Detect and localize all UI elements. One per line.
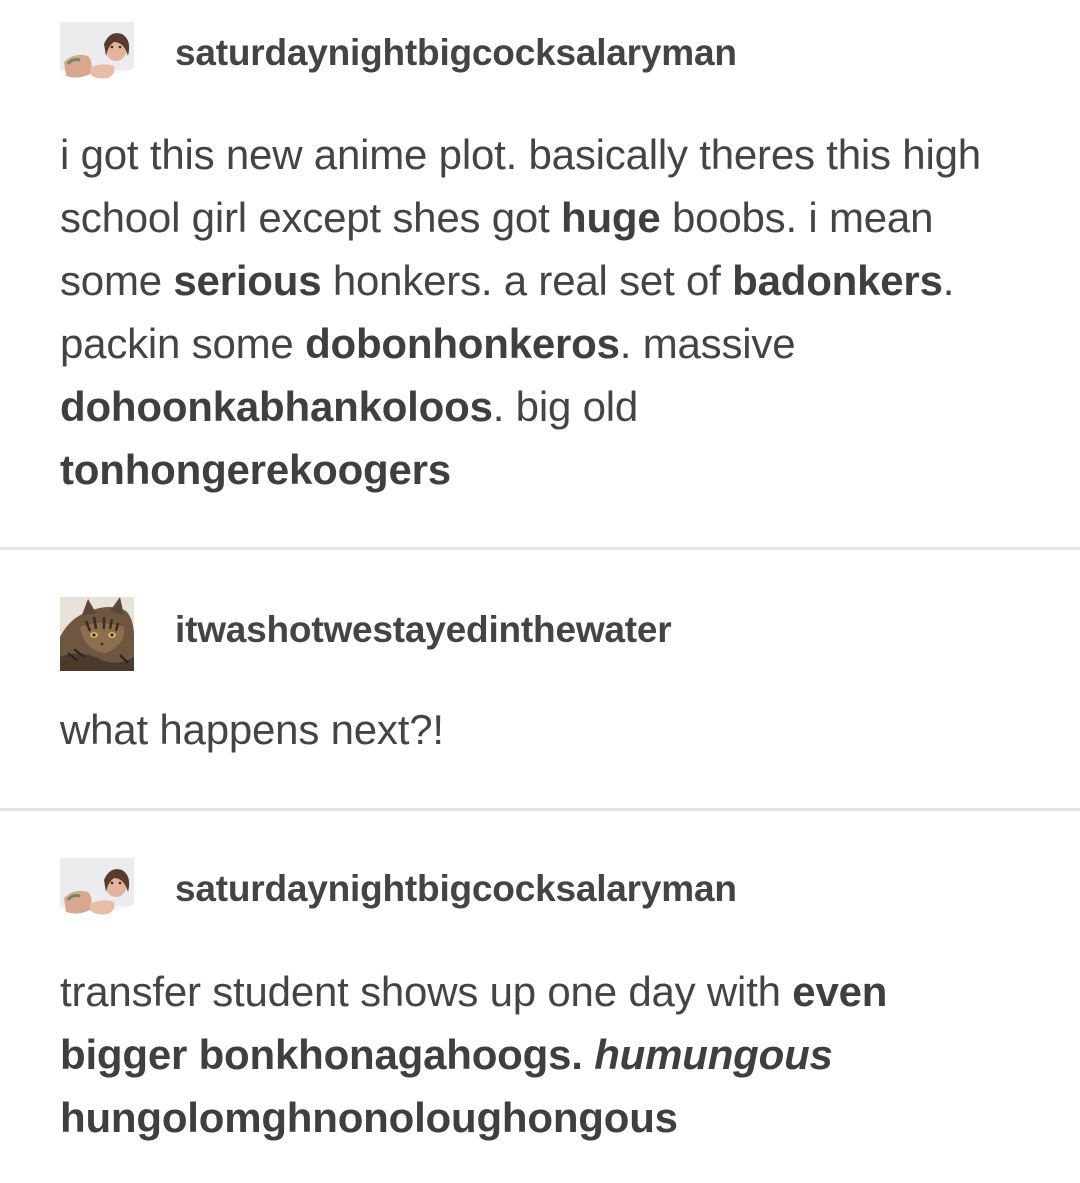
post-divider — [0, 808, 1080, 811]
username[interactable]: saturdaynightbigcocksalaryman — [175, 868, 737, 910]
post-divider — [0, 547, 1080, 550]
post-body: what happens next?! — [60, 698, 1020, 761]
woman-lying-in-bed-avatar-icon[interactable] — [60, 858, 134, 932]
body-text: honkers. a real set of — [321, 257, 733, 304]
body-text: transfer student shows up one day with — [60, 968, 793, 1015]
bold-text: hungolomghnonoloughongous — [60, 1094, 678, 1141]
post-body: i got this new anime plot. basically the… — [60, 123, 1020, 501]
body-text: what happens next?! — [60, 706, 444, 753]
italic-text: humungous — [594, 1031, 833, 1078]
bold-text: badonkers — [732, 257, 943, 304]
bold-text: dohoonkabhankoloos — [60, 383, 493, 430]
bold-text: huge — [561, 194, 661, 241]
woman-lying-in-bed-avatar-icon[interactable] — [60, 22, 134, 96]
bold-text: serious — [173, 257, 322, 304]
tabby-cat-avatar-icon[interactable] — [60, 597, 134, 671]
username[interactable]: saturdaynightbigcocksalaryman — [175, 32, 737, 74]
username[interactable]: itwashotwestayedinthewater — [175, 609, 672, 651]
bold-text: dobonhonkeros — [305, 320, 620, 367]
body-text — [583, 1031, 594, 1078]
post-body: transfer student shows up one day with e… — [60, 960, 1020, 1149]
body-text: . big old — [492, 383, 639, 430]
bold-italic-text: humungous — [594, 1031, 833, 1078]
body-text: . massive — [619, 320, 796, 367]
bold-text: tonhongerekoogers — [60, 446, 451, 493]
